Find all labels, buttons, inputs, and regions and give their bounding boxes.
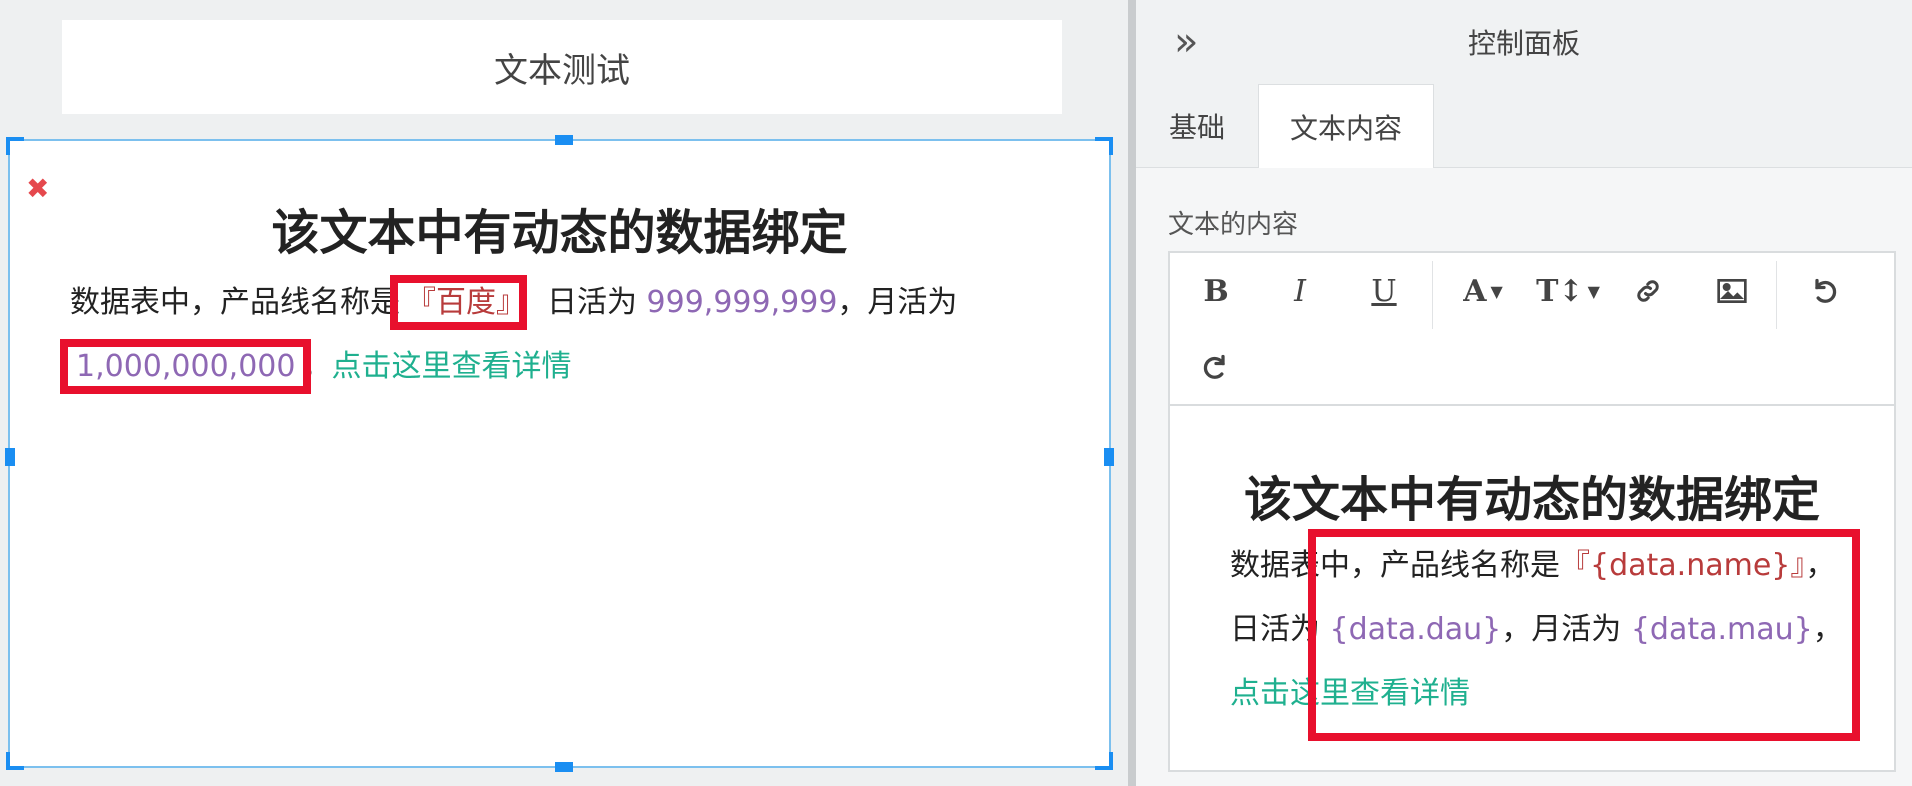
bold-button[interactable]: B bbox=[1186, 263, 1246, 319]
link-icon bbox=[1637, 280, 1659, 302]
toolbar-divider bbox=[1776, 261, 1777, 329]
title-text: 文本测试 bbox=[494, 50, 630, 91]
bold-icon: B bbox=[1203, 273, 1229, 309]
editor-sep-mau: ，月活为 bbox=[1501, 612, 1631, 647]
editor-heading: 该文本中有动态的数据绑定 bbox=[1243, 472, 1820, 528]
body-sep-mau: ，月活为 bbox=[837, 285, 958, 320]
resize-handle-bottom-left[interactable] bbox=[6, 752, 24, 770]
resize-handle-bottom[interactable] bbox=[555, 762, 573, 772]
product-name-value: 『百度』 bbox=[390, 275, 527, 330]
image-button[interactable] bbox=[1702, 263, 1762, 319]
editor-prefix: 数据表中，产品线名称是 bbox=[1230, 548, 1560, 583]
image-icon bbox=[1717, 279, 1747, 303]
italic-button[interactable]: I bbox=[1270, 263, 1330, 319]
control-panel: » 控制面板 基础 文本内容 文本的内容 B I U A ▼ T↕ ▼ 该文本中… bbox=[1136, 0, 1912, 786]
text-heading: 该文本中有动态的数据绑定 bbox=[271, 205, 848, 261]
resize-handle-top-right[interactable] bbox=[1095, 137, 1113, 155]
font-size-button[interactable]: T↕ ▼ bbox=[1530, 263, 1606, 319]
dropdown-caret-icon: ▼ bbox=[1490, 281, 1503, 301]
undo-icon bbox=[1815, 278, 1837, 303]
section-label: 文本的内容 bbox=[1168, 210, 1299, 240]
underline-icon: U bbox=[1371, 273, 1397, 309]
details-link[interactable]: 点击这里查看详情 bbox=[331, 349, 571, 384]
resize-handle-left[interactable] bbox=[5, 448, 15, 466]
double-chevron-right-icon[interactable]: » bbox=[1174, 22, 1198, 62]
text-body: 数据表中，产品线名称是 『百度』 ，日活为 999,999,999，月活为 1,00… bbox=[59, 271, 1010, 399]
panel-body: 文本的内容 B I U A ▼ T↕ ▼ 该文本中有动态的数据绑定 数据表中，产… bbox=[1136, 168, 1912, 786]
resize-handle-bottom-right[interactable] bbox=[1095, 752, 1113, 770]
redo-button[interactable] bbox=[1186, 339, 1246, 395]
panel-splitter[interactable] bbox=[1128, 0, 1136, 786]
font-color-button[interactable]: A ▼ bbox=[1448, 263, 1518, 319]
mau-value: 1,000,000,000 bbox=[59, 339, 312, 394]
selected-text-component[interactable]: ✖ 该文本中有动态的数据绑定 数据表中，产品线名称是 『百度』 ，日活为 999,9… bbox=[5, 135, 1114, 772]
editor-content[interactable]: 该文本中有动态的数据绑定 数据表中，产品线名称是『{data.name}』，日活… bbox=[1170, 406, 1894, 772]
editor-details-link[interactable]: 点击这里查看详情 bbox=[1230, 676, 1470, 711]
title-component[interactable]: 文本测试 bbox=[62, 20, 1062, 114]
dau-binding: {data.dau} bbox=[1329, 612, 1502, 647]
body-prefix: 数据表中，产品线名称是 bbox=[70, 285, 400, 320]
redo-icon bbox=[1203, 354, 1225, 379]
panel-title: 控制面板 bbox=[1467, 27, 1580, 60]
tab-basic[interactable]: 基础 bbox=[1136, 84, 1258, 168]
dropdown-caret-icon: ▼ bbox=[1587, 281, 1600, 301]
tab-text-content[interactable]: 文本内容 bbox=[1258, 84, 1434, 169]
font-color-icon: A bbox=[1463, 273, 1487, 309]
resize-handle-top-left[interactable] bbox=[6, 137, 24, 155]
design-canvas: 文本测试 ✖ 该文本中有动态的数据绑定 数据表中，产品线名称是 『百度』 ，日活为 … bbox=[0, 0, 1128, 786]
resize-handle-right[interactable] bbox=[1104, 448, 1114, 466]
link-button[interactable] bbox=[1618, 263, 1678, 319]
mau-binding: {data.mau} bbox=[1630, 612, 1813, 647]
dau-value: 999,999,999 bbox=[646, 285, 838, 320]
italic-icon: I bbox=[1294, 273, 1306, 309]
panel-tabs: 基础 文本内容 bbox=[1136, 84, 1912, 169]
rich-text-editor[interactable]: B I U A ▼ T↕ ▼ 该文本中有动态的数据绑定 数据表中，产品线名称是『… bbox=[1168, 251, 1896, 772]
toolbar-divider bbox=[1432, 261, 1433, 329]
body-sep-end: ， bbox=[301, 349, 332, 384]
editor-toolbar: B I U A ▼ T↕ ▼ bbox=[1170, 253, 1894, 406]
editor-sep-end: ， bbox=[1812, 612, 1843, 647]
font-size-icon: T↕ bbox=[1536, 273, 1584, 309]
body-sep-dau: ，日活为 bbox=[517, 285, 647, 320]
editor-body: 数据表中，产品线名称是『{data.name}』，日活为 {data.dau}，… bbox=[1230, 534, 1860, 726]
undo-button[interactable] bbox=[1794, 263, 1854, 319]
panel-header: » 控制面板 bbox=[1136, 0, 1912, 84]
name-binding: 『{data.name}』 bbox=[1560, 548, 1806, 583]
underline-button[interactable]: U bbox=[1354, 263, 1414, 319]
resize-handle-top[interactable] bbox=[555, 135, 573, 145]
